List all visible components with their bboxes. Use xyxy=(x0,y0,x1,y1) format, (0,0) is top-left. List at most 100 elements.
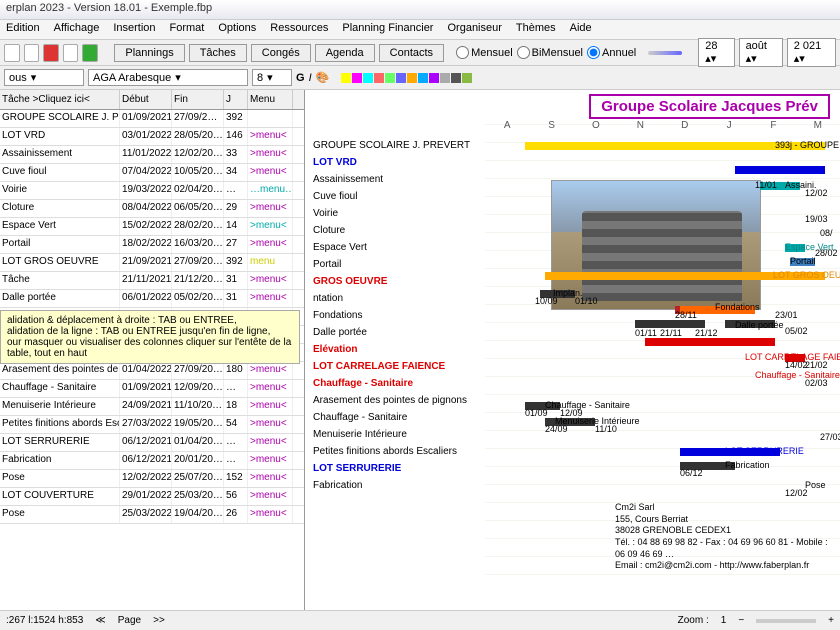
col-header-start[interactable]: Début xyxy=(120,90,172,109)
italic-icon[interactable]: I xyxy=(309,72,312,84)
gantt-row-label: Dalle portée xyxy=(313,327,473,338)
table-row[interactable]: Pose12/02/202225/07/20…152>menu< xyxy=(0,470,304,488)
color-swatch[interactable] xyxy=(418,73,428,83)
table-row[interactable]: Fabrication06/12/202120/01/20……>menu< xyxy=(0,452,304,470)
table-row[interactable]: Chauffage - Sanitaire01/09/202112/09/20…… xyxy=(0,380,304,398)
menu-edition[interactable]: Edition xyxy=(6,22,40,37)
filter-dropdown[interactable]: ous xyxy=(4,69,84,86)
gantt-label: 12/02 xyxy=(785,488,808,498)
table-row[interactable]: GROUPE SCOLAIRE J. PREVERT01/09/202127/0… xyxy=(0,110,304,128)
tab-plannings[interactable]: Plannings xyxy=(114,44,184,62)
menu-organiseur[interactable]: Organiseur xyxy=(447,22,501,37)
bold-icon[interactable]: G xyxy=(296,72,305,84)
menu-thèmes[interactable]: Thèmes xyxy=(516,22,556,37)
col-header-days[interactable]: J xyxy=(224,90,248,109)
color-palette[interactable] xyxy=(341,73,472,83)
color-swatch[interactable] xyxy=(440,73,450,83)
menu-format[interactable]: Format xyxy=(170,22,205,37)
gantt-panel: Groupe Scolaire Jacques Prév GROUPE SCOL… xyxy=(305,90,840,610)
gantt-label: 01/10 xyxy=(575,296,598,306)
year-field[interactable]: 2 021 ▴▾ xyxy=(787,38,836,67)
table-row[interactable]: LOT COUVERTURE29/01/202225/03/20…56>menu… xyxy=(0,488,304,506)
color-swatch[interactable] xyxy=(462,73,472,83)
menu-aide[interactable]: Aide xyxy=(570,22,592,37)
format-toolbar: ous AGA Arabesque 8 G I 🎨 xyxy=(0,66,840,90)
gantt-label: 21/11 xyxy=(660,328,682,338)
table-row[interactable]: Voirie19/03/202202/04/20………menu… xyxy=(0,182,304,200)
gantt-label: LOT GROS OEU xyxy=(773,270,840,280)
table-row[interactable]: LOT GROS OEUVRE21/09/202127/09/20…392 me… xyxy=(0,254,304,272)
gantt-label: Portail xyxy=(790,256,816,266)
gantt-label: 24/09 xyxy=(545,424,568,434)
table-row[interactable]: Pose25/03/202219/04/20…26>menu< xyxy=(0,506,304,524)
col-header-task[interactable]: Tâche >Cliquez ici< xyxy=(0,90,120,109)
gantt-label: Chauffage - Sanitaire xyxy=(545,400,630,410)
day-field[interactable]: 28 ▴▾ xyxy=(698,38,734,67)
gantt-label: 01/11 xyxy=(635,328,657,338)
gantt-bar[interactable] xyxy=(635,320,705,328)
color-swatch[interactable] xyxy=(363,73,373,83)
gantt-chart[interactable]: ASONDJFM 393j - GROUPE SCOLAIRELOT VRDAs… xyxy=(485,120,840,592)
radio-annuel[interactable]: Annuel xyxy=(587,46,636,59)
gantt-row-label: Espace Vert xyxy=(313,242,473,253)
color-swatch[interactable] xyxy=(429,73,439,83)
table-row[interactable]: Espace Vert15/02/202228/02/20…14>menu< xyxy=(0,218,304,236)
gantt-label: 28/02 xyxy=(815,248,838,258)
radio-mensuel[interactable]: Mensuel xyxy=(456,46,513,59)
color-swatch[interactable] xyxy=(374,73,384,83)
gantt-row-label: Portail xyxy=(313,259,473,270)
table-row[interactable]: Tâche21/11/202121/12/20…31>menu< xyxy=(0,272,304,290)
month-field[interactable]: août ▴▾ xyxy=(739,38,783,67)
menu-ressources[interactable]: Ressources xyxy=(270,22,328,37)
toolbar-icon-help[interactable] xyxy=(82,44,98,62)
tab-tâches[interactable]: Tâches xyxy=(189,44,247,62)
gantt-label: Dalle portée xyxy=(735,320,784,330)
gantt-row-label: Chauffage - Sanitaire xyxy=(313,378,473,389)
table-row[interactable]: LOT SERRURERIE06/12/202101/04/20……>menu< xyxy=(0,434,304,452)
table-row[interactable]: Arasement des pointes de pigno…01/04/202… xyxy=(0,362,304,380)
radio-bimensuel[interactable]: BiMensuel xyxy=(517,46,583,59)
tab-agenda[interactable]: Agenda xyxy=(315,44,375,62)
gantt-row-label: Cuve fioul xyxy=(313,191,473,202)
table-row[interactable]: Cuve fioul07/04/202210/05/20…34>menu< xyxy=(0,164,304,182)
toolbar-icon-3[interactable] xyxy=(63,44,79,62)
slider[interactable] xyxy=(648,51,682,55)
menu-planning financier[interactable]: Planning Financier xyxy=(342,22,433,37)
table-row[interactable]: Assainissement11/01/202212/02/20…33>menu… xyxy=(0,146,304,164)
page-next-icon[interactable]: >> xyxy=(153,615,165,626)
color-swatch[interactable] xyxy=(407,73,417,83)
table-row[interactable]: LOT VRD03/01/202228/05/20…146>menu< xyxy=(0,128,304,146)
gantt-row-label: Elévation xyxy=(313,344,473,355)
font-dropdown[interactable]: AGA Arabesque xyxy=(88,69,248,86)
toolbar-icon-2[interactable] xyxy=(24,44,40,62)
gantt-label: LOT SERRURERIE xyxy=(725,446,804,456)
toolbar-icon-close[interactable] xyxy=(43,44,59,62)
color-swatch[interactable] xyxy=(396,73,406,83)
gantt-label: 08/ xyxy=(820,228,833,238)
tab-congés[interactable]: Congés xyxy=(251,44,311,62)
gantt-label: 02/03 xyxy=(805,378,828,388)
tab-contacts[interactable]: Contacts xyxy=(379,44,444,62)
font-size-dropdown[interactable]: 8 xyxy=(252,69,292,86)
table-row[interactable]: Menuiserie Intérieure24/09/202111/10/20…… xyxy=(0,398,304,416)
color-swatch[interactable] xyxy=(451,73,461,83)
toolbar-icon-1[interactable] xyxy=(4,44,20,62)
menu-options[interactable]: Options xyxy=(218,22,256,37)
color-swatch[interactable] xyxy=(352,73,362,83)
color-swatch[interactable] xyxy=(385,73,395,83)
col-header-end[interactable]: Fin xyxy=(172,90,224,109)
table-row[interactable]: Dalle portée06/01/202205/02/20…31>menu< xyxy=(0,290,304,308)
gantt-row-label: LOT CARRELAGE FAIENCE xyxy=(313,361,473,372)
zoom-out-icon[interactable]: − xyxy=(738,615,744,626)
zoom-in-icon[interactable]: + xyxy=(828,615,834,626)
palette-icon[interactable]: 🎨 xyxy=(316,71,330,84)
table-row[interactable]: Cloture08/04/202206/05/20…29>menu< xyxy=(0,200,304,218)
color-swatch[interactable] xyxy=(341,73,351,83)
table-row[interactable]: Portail18/02/202216/03/20…27>menu< xyxy=(0,236,304,254)
col-header-menu[interactable]: Menu xyxy=(248,90,293,109)
menu-affichage[interactable]: Affichage xyxy=(54,22,100,37)
grid-header[interactable]: Tâche >Cliquez ici< Début Fin J Menu xyxy=(0,90,304,110)
menu-insertion[interactable]: Insertion xyxy=(113,22,155,37)
zoom-slider[interactable] xyxy=(756,619,816,623)
table-row[interactable]: Petites finitions abords Escaliers27/03/… xyxy=(0,416,304,434)
